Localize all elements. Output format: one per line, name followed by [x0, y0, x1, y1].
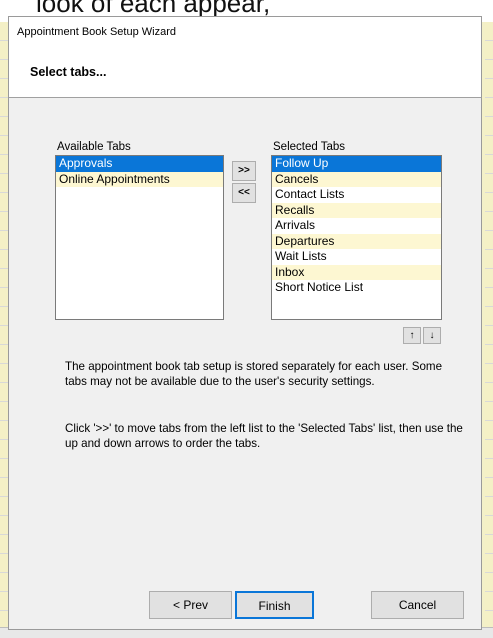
selected-tabs-label: Selected Tabs	[273, 141, 346, 153]
list-item[interactable]: Follow Up	[272, 156, 441, 172]
wizard-header: Select tabs...	[9, 47, 481, 98]
remove-tab-button[interactable]: <<	[232, 183, 256, 203]
header-title: Select tabs...	[30, 65, 107, 79]
list-item[interactable]: Online Appointments	[56, 171, 223, 187]
arrow-up-icon: ↑	[409, 330, 415, 341]
arrow-down-icon: ↓	[429, 330, 435, 341]
dialog-title: Appointment Book Setup Wizard	[9, 17, 481, 48]
prev-button[interactable]: < Prev	[149, 591, 232, 619]
available-tabs-list[interactable]: Approvals Online Appointments	[55, 155, 224, 320]
selected-tabs-list[interactable]: Follow Up Cancels Contact Lists Recalls Arri…	[271, 155, 442, 320]
list-item[interactable]: Recalls	[272, 202, 441, 218]
background-strip-left	[0, 22, 8, 637]
list-item[interactable]: Departures	[272, 233, 441, 249]
list-item[interactable]: Arrivals	[272, 218, 441, 234]
info-paragraph-2: Click '>>' to move tabs from the left li…	[65, 422, 463, 450]
list-item[interactable]: Approvals	[56, 156, 223, 172]
setup-wizard-dialog: Appointment Book Setup Wizard Select tab…	[8, 16, 482, 630]
move-down-button[interactable]: ↓	[423, 327, 441, 344]
list-item[interactable]: Wait Lists	[272, 249, 441, 265]
cancel-button[interactable]: Cancel	[371, 591, 464, 619]
list-item[interactable]: Short Notice List	[272, 280, 441, 296]
list-item[interactable]: Inbox	[272, 264, 441, 280]
info-paragraph-1: The appointment book tab setup is stored…	[65, 360, 443, 388]
available-tabs-label: Available Tabs	[57, 141, 131, 153]
list-item[interactable]: Contact Lists	[272, 187, 441, 203]
list-item[interactable]: Cancels	[272, 171, 441, 187]
move-up-button[interactable]: ↑	[403, 327, 421, 344]
finish-button[interactable]: Finish	[235, 591, 314, 619]
add-tab-button[interactable]: >>	[232, 161, 256, 181]
background-strip-right	[485, 22, 493, 637]
